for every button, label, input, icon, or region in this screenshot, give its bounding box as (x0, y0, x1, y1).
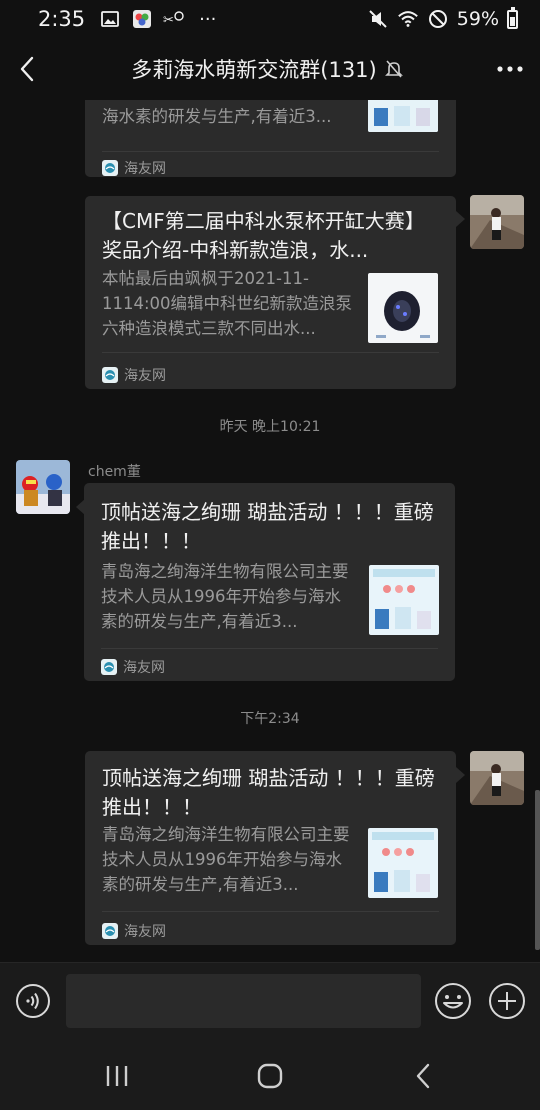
wifi-icon (397, 9, 419, 29)
back-arrow-icon (417, 1063, 430, 1089)
card-source: 海友网 (101, 657, 165, 677)
source-name: 海友网 (123, 660, 165, 676)
voice-icon (16, 984, 50, 1018)
voice-button[interactable] (14, 982, 52, 1020)
link-card[interactable]: 【CMF第二届中科水泵杯开缸大赛】奖品介绍-中科新款造浪，水... 本帖最后由飒… (85, 196, 456, 389)
chat-header: 多莉海水萌新交流群(131) (0, 38, 540, 100)
emoji-button[interactable] (434, 982, 472, 1020)
my-avatar[interactable] (470, 195, 524, 249)
site-logo-icon (102, 367, 118, 383)
recent-apps-icon (106, 1066, 127, 1086)
battery-percent: 59% (456, 8, 499, 30)
link-card[interactable]: 顶帖送海之绚珊 瑚盐活动 ！！！重磅推出！！！ 青岛海之绚海洋生物有限公司主要技… (85, 751, 456, 945)
card-source: 海友网 (102, 365, 166, 385)
app-notification-icon (131, 9, 153, 29)
card-description: 青岛海之绚海洋生物有限公司主要技术人员从1996年开始参与海水素的研发与生产,有… (101, 562, 349, 631)
more-options-button[interactable] (480, 38, 540, 100)
card-divider (102, 151, 439, 152)
card-source: 海友网 (102, 921, 166, 941)
system-back-button[interactable] (393, 1051, 453, 1101)
mute-icon (367, 9, 389, 29)
bell-off-icon (384, 60, 403, 78)
card-title: 【CMF第二届中科水泵杯开缸大赛】奖品介绍-中科新款造浪，水... (102, 209, 425, 262)
bubble-tail (456, 767, 465, 783)
card-title: 顶帖送海之绚珊 瑚盐活动 ！！！重磅推出！！！ (102, 766, 435, 819)
bubble-tail (456, 211, 465, 227)
more-functions-button[interactable] (488, 982, 526, 1020)
more-dots-icon (497, 66, 523, 72)
home-button[interactable] (240, 1051, 300, 1101)
more-notifications: ··· (199, 8, 217, 30)
battery-icon (507, 6, 518, 29)
plus-circle-icon (489, 983, 525, 1019)
card-thumbnail (368, 828, 438, 898)
back-button[interactable] (0, 38, 54, 100)
card-divider (102, 352, 439, 353)
site-logo-icon (101, 659, 117, 675)
emoji-icon (435, 983, 471, 1019)
card-divider (102, 911, 439, 912)
chat-title: 多莉海水萌新交流群(131) (131, 58, 377, 82)
card-title: 顶帖送海之绚珊 瑚盐活动 ！！！重磅推出！！！ (101, 500, 434, 553)
status-time: 2:35 (38, 7, 86, 31)
message-timestamp: 下午2:34 (240, 711, 300, 727)
link-card[interactable]: 顶帖送海之绚珊 瑚盐活动 ！！！重磅推出！！！ 青岛海之绚海洋生物有限公司主要技… (84, 483, 455, 681)
home-icon (257, 1063, 283, 1089)
card-description: 本帖最后由飒枫于2021-11-1114:00编辑中科世纪新款造浪泵六种造浪模式… (102, 269, 353, 338)
card-thumbnail (368, 273, 438, 343)
recent-apps-button[interactable] (87, 1051, 147, 1101)
card-divider (101, 648, 438, 649)
sender-name: chem董 (88, 464, 141, 480)
input-bar (0, 962, 540, 1042)
card-thumbnail (368, 100, 438, 132)
svg-text:✂: ✂ (163, 13, 174, 28)
source-name: 海友网 (124, 368, 166, 384)
source-name: 海友网 (124, 161, 166, 177)
card-thumbnail (369, 565, 439, 635)
gallery-icon (99, 9, 121, 29)
dnd-icon (427, 9, 449, 29)
message-timestamp: 昨天 晚上10:21 (219, 419, 321, 435)
system-nav-bar (0, 1042, 540, 1110)
message-input[interactable] (66, 974, 421, 1028)
sender-avatar[interactable] (16, 460, 70, 514)
card-source: 海友网 (102, 158, 166, 178)
card-description: 青岛海之绚海洋生物有限公司主要技术人员从1996年开始参与海水素的研发与生产,有… (102, 825, 350, 894)
link-card[interactable]: 海水素的研发与生产,有着近3... 海友网 (85, 100, 456, 177)
site-logo-icon (102, 160, 118, 176)
chevron-left-icon (20, 56, 34, 82)
card-description: 海水素的研发与生产,有着近3... (102, 107, 332, 126)
scrollbar[interactable] (535, 790, 540, 950)
source-name: 海友网 (124, 924, 166, 940)
message-list[interactable]: 海水素的研发与生产,有着近3... 海友网 【CMF第二届中科水泵杯开缸大赛】奖… (0, 100, 540, 962)
status-bar: 2:35 ✂ ··· 59% (0, 0, 540, 38)
game-icon: ✂ (163, 9, 185, 29)
site-logo-icon (102, 923, 118, 939)
my-avatar[interactable] (470, 751, 524, 805)
